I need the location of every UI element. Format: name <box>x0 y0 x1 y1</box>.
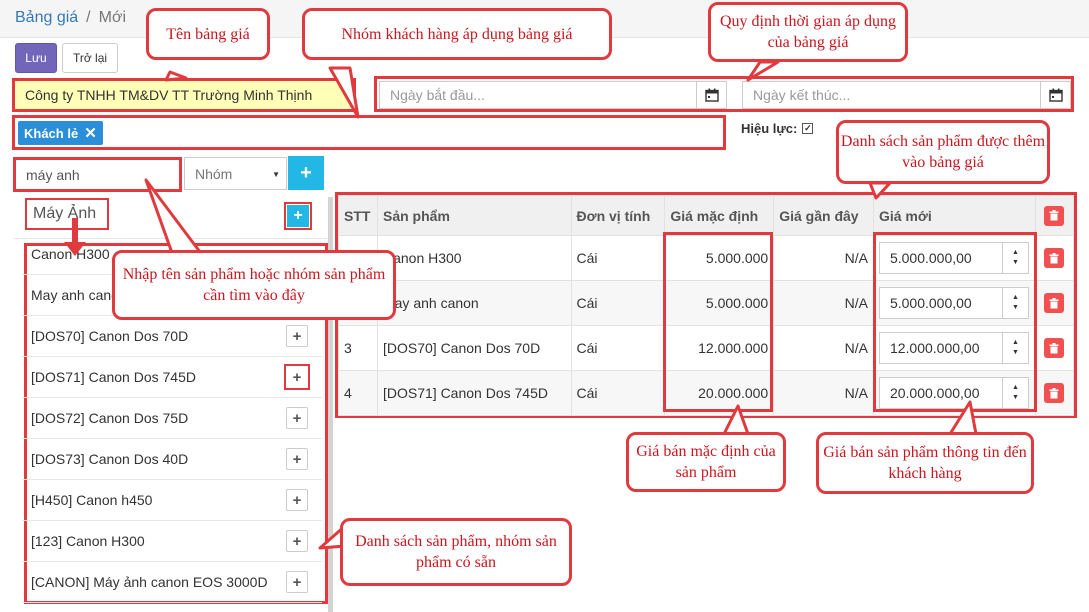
callout-pricelist-name: Tên bảng giá <box>146 8 270 60</box>
new-price-highlight <box>873 232 1037 412</box>
row-actions <box>1034 280 1075 326</box>
list-item-label: [DOS72] Canon Dos 75D <box>31 410 189 426</box>
effective-field: Hiệu lực: ✓ <box>741 121 814 136</box>
add-product-highlight: + <box>284 364 310 390</box>
table-header-row: STT Sản phẩm Đơn vị tính Giá mặc định Gi… <box>338 195 1075 236</box>
callout-available-list: Danh sách sản phẩm, nhóm sản phẩm có sẵn <box>340 518 572 586</box>
customer-tag-label: Khách lẻ <box>24 125 79 141</box>
product-search-value: máy anh <box>26 166 80 183</box>
breadcrumb-separator: / <box>86 9 91 26</box>
trash-icon[interactable] <box>1044 205 1065 226</box>
start-date-placeholder: Ngày bắt đầu... <box>390 87 485 103</box>
back-button[interactable]: Trở lại <box>62 43 118 73</box>
breadcrumb: Bảng giá / Mới <box>15 9 126 27</box>
pricelist-name-input[interactable]: Công ty TNHH TM&DV TT Trường Minh Thịnh <box>12 78 356 112</box>
effective-label: Hiệu lực: <box>741 121 798 136</box>
add-group-highlight: + <box>284 202 312 230</box>
trash-icon[interactable] <box>1044 338 1065 358</box>
list-item[interactable]: [CANON] Máy ảnh canon EOS 3000D + <box>22 562 322 603</box>
callout-added-list: Danh sách sản phẩm được thêm vào bảng gi… <box>836 120 1050 184</box>
default-price-highlight <box>663 232 773 412</box>
callout-default-price: Giá bán mặc định của sản phẩm <box>626 432 786 492</box>
list-item-label: [H450] Canon h450 <box>31 492 153 508</box>
list-item[interactable]: [DOS70] Canon Dos 70D + <box>22 316 322 357</box>
calendar-icon[interactable] <box>696 82 726 108</box>
row-unit: Cái <box>570 325 666 371</box>
list-item-label: [DOS70] Canon Dos 70D <box>31 328 189 344</box>
customer-tag: Khách lẻ ✕ <box>18 121 103 145</box>
callout-time-rule: Quy định thời gian áp dụng của bảng giá <box>708 2 908 62</box>
row-stt: 3 <box>338 325 378 371</box>
col-recent-price: Giá gần đây <box>773 195 874 236</box>
list-item-label: [DOS71] Canon Dos 745D <box>31 369 196 385</box>
trash-icon[interactable] <box>1044 293 1065 313</box>
trash-icon[interactable] <box>1044 248 1065 268</box>
add-product-button[interactable]: + <box>286 530 308 552</box>
breadcrumb-current: Mới <box>98 9 126 26</box>
list-item-label: [CANON] Máy ảnh canon EOS 3000D <box>31 574 268 590</box>
row-product: Canon H300 <box>376 235 572 281</box>
row-actions <box>1034 325 1075 371</box>
add-product-button[interactable]: + <box>286 448 308 470</box>
group-select-value: Nhóm <box>195 165 233 182</box>
add-product-button[interactable]: + <box>286 325 308 347</box>
row-stt: 4 <box>338 370 378 416</box>
group-panel-title: Máy Ảnh <box>25 198 109 230</box>
row-product: May anh canon <box>376 280 572 326</box>
start-date-input[interactable]: Ngày bắt đầu... <box>379 81 727 109</box>
row-product: [DOS71] Canon Dos 745D <box>376 370 572 416</box>
callout-search-hint: Nhập tên sản phẩm hoặc nhóm sản phẩm cần… <box>112 250 396 320</box>
pricelist-name-value: Công ty TNHH TM&DV TT Trường Minh Thịnh <box>25 87 313 103</box>
add-product-button[interactable]: + <box>286 571 308 593</box>
row-recent-price: N/A <box>773 325 874 371</box>
row-actions <box>1034 235 1075 281</box>
end-date-placeholder: Ngày kết thúc... <box>753 87 851 103</box>
group-select[interactable]: Nhóm ▼ <box>184 157 287 190</box>
add-product-button[interactable]: + <box>287 367 307 387</box>
calendar-icon[interactable] <box>1040 82 1070 108</box>
row-recent-price: N/A <box>773 235 874 281</box>
col-unit: Đơn vị tính <box>570 195 666 236</box>
callout-new-price: Giá bán sản phẩm thông tin đến khách hàn… <box>816 432 1034 494</box>
end-date-input[interactable]: Ngày kết thúc... <box>742 81 1071 109</box>
breadcrumb-root-link[interactable]: Bảng giá <box>15 9 78 27</box>
row-recent-price: N/A <box>773 280 874 326</box>
add-group-button[interactable]: + <box>287 205 309 227</box>
list-item-label: [123] Canon H300 <box>31 533 145 549</box>
list-item[interactable]: [DOS71] Canon Dos 745D + <box>22 357 322 398</box>
col-stt: STT <box>338 195 378 236</box>
col-new-price: Giá mới <box>872 195 1036 236</box>
add-search-button[interactable]: + <box>288 156 324 190</box>
row-unit: Cái <box>570 235 666 281</box>
list-item-label: Canon H300 <box>31 246 110 262</box>
effective-checkbox[interactable]: ✓ <box>802 123 814 134</box>
add-product-button[interactable]: + <box>286 407 308 429</box>
col-product: Sản phẩm <box>376 195 572 236</box>
col-default-price: Giá mặc định <box>664 195 775 236</box>
list-item-label: [DOS73] Canon Dos 40D <box>31 451 189 467</box>
add-product-button[interactable]: + <box>286 489 308 511</box>
caret-down-icon: ▼ <box>272 170 280 179</box>
trash-icon[interactable] <box>1044 383 1065 403</box>
product-search-input[interactable]: máy anh <box>13 157 182 192</box>
row-unit: Cái <box>570 370 666 416</box>
remove-tag-icon[interactable]: ✕ <box>84 124 97 142</box>
list-item[interactable]: [DOS72] Canon Dos 75D + <box>22 398 322 439</box>
save-button[interactable]: Lưu <box>15 43 57 73</box>
customer-group-input[interactable] <box>12 115 726 150</box>
list-item[interactable]: [123] Canon H300 + <box>22 521 322 562</box>
row-actions <box>1034 370 1075 416</box>
col-actions <box>1034 195 1075 236</box>
row-product: [DOS70] Canon Dos 70D <box>376 325 572 371</box>
list-item[interactable]: [DOS73] Canon Dos 40D + <box>22 439 322 480</box>
callout-customer-group: Nhóm khách hàng áp dụng bảng giá <box>302 8 612 60</box>
list-item[interactable]: [H450] Canon h450 + <box>22 480 322 521</box>
row-unit: Cái <box>570 280 666 326</box>
row-recent-price: N/A <box>773 370 874 416</box>
